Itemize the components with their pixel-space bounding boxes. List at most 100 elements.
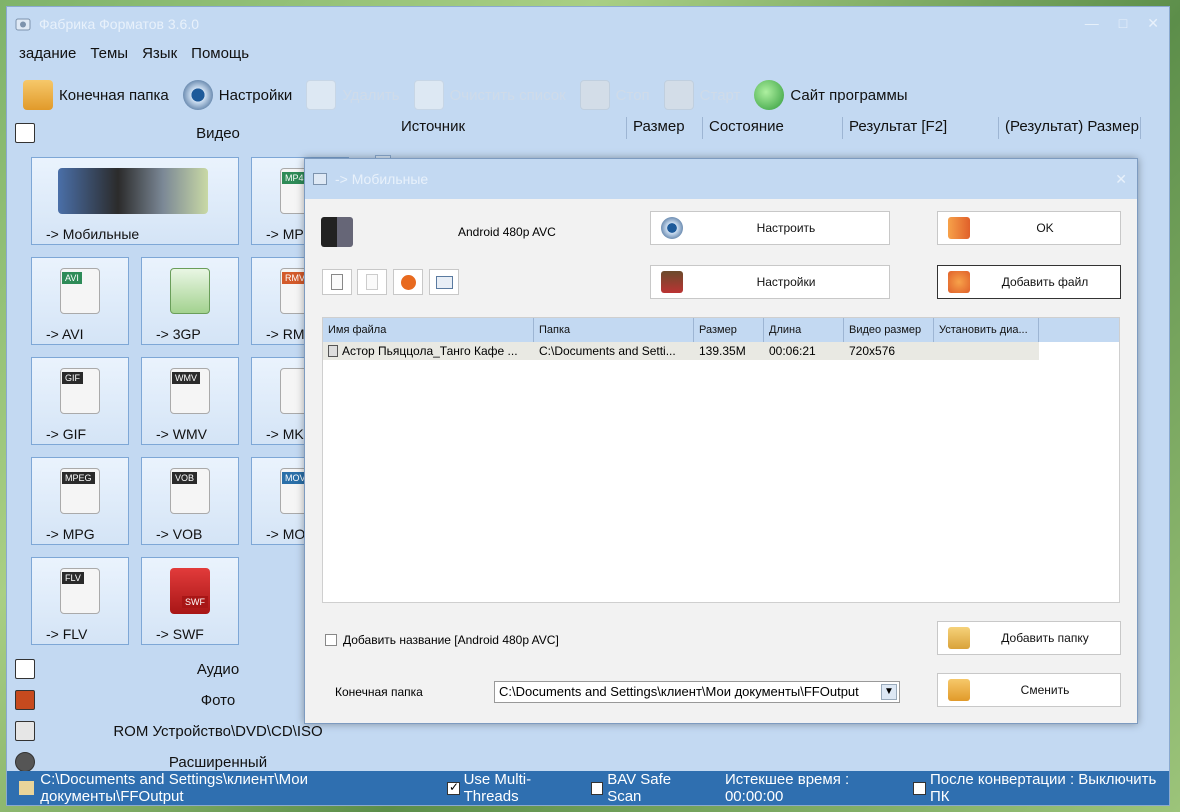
add-folder-button[interactable]: Добавить папку [937, 621, 1121, 655]
arrow-right-icon [948, 217, 970, 239]
bav-checkbox[interactable] [590, 781, 604, 795]
info-button[interactable] [429, 269, 459, 295]
window-title: Фабрика Форматов 3.6.0 [39, 16, 199, 32]
tile-wmv[interactable]: WMV -> WMV [141, 357, 239, 445]
after-conversion-label: После конвертации : Выключить ПК [929, 771, 1157, 805]
status-bar: C:\Documents and Settings\клиент\Мои док… [7, 771, 1169, 805]
minimize-button[interactable]: — [1085, 15, 1099, 32]
column-source[interactable]: Источник [395, 117, 627, 139]
tile-badge: GIF [62, 372, 83, 384]
gears-icon [15, 752, 35, 772]
tile-swf[interactable]: SWF -> SWF [141, 557, 239, 645]
tile-badge: MPEG [62, 472, 95, 484]
column-filename[interactable]: Имя файла [323, 318, 534, 342]
clear-files-button[interactable] [357, 269, 387, 295]
tile-label: -> FLV [46, 626, 88, 642]
app-icon [15, 16, 31, 32]
output-folder-value: C:\Documents and Settings\клиент\Мои док… [499, 684, 859, 699]
tile-badge: MP4 [282, 172, 307, 184]
tile-flv[interactable]: FLV -> FLV [31, 557, 129, 645]
close-button[interactable]: ✕ [1147, 15, 1159, 32]
dialog-title-bar: -> Мобильные ✕ [305, 159, 1137, 199]
ok-button[interactable]: OK [937, 211, 1121, 245]
output-folder-button[interactable]: Конечная папка [23, 80, 169, 110]
play-button[interactable] [393, 269, 423, 295]
add-name-option[interactable]: Добавить название [Android 480p AVC] [325, 633, 559, 647]
clear-list-label: Очистить список [449, 86, 566, 104]
column-video-size[interactable]: Видео размер [844, 318, 934, 342]
configure-button[interactable]: Настроить [650, 211, 890, 245]
file-size: 139.35M [699, 344, 746, 358]
file-length: 00:06:21 [769, 344, 816, 358]
dialog-close-button[interactable]: ✕ [1115, 171, 1127, 188]
tile-mpg[interactable]: MPEG -> MPG [31, 457, 129, 545]
delete-label: Удалить [342, 86, 400, 104]
remove-file-button[interactable] [322, 269, 352, 295]
dialog-title: -> Мобильные [335, 171, 429, 187]
stop-button[interactable]: Стоп [579, 80, 650, 110]
column-set-range[interactable]: Установить диа... [934, 318, 1039, 342]
column-result[interactable]: Результат [F2] [843, 117, 999, 139]
column-status[interactable]: Состояние [703, 117, 843, 139]
menu-task[interactable]: задание [19, 45, 76, 67]
info-icon [436, 276, 453, 289]
tile-badge: SWF [182, 596, 208, 608]
column-size[interactable]: Размер [627, 117, 703, 139]
play-icon [401, 275, 416, 290]
output-folder-label: Конечная папка [335, 685, 423, 699]
add-file-label: Добавить файл [1001, 275, 1089, 289]
file-icon [328, 345, 338, 357]
tile-mobile[interactable]: -> Мобильные [31, 157, 239, 245]
clear-list-button[interactable]: Очистить список [413, 80, 566, 110]
dialog-app-icon [313, 173, 327, 185]
menu-themes[interactable]: Темы [90, 45, 128, 67]
tile-label: -> GIF [46, 426, 87, 442]
tile-label: -> 3GP [156, 326, 201, 342]
tile-gif[interactable]: GIF -> GIF [31, 357, 129, 445]
file-name: Астор Пьяццола_Танго Кафе ... [342, 344, 518, 358]
add-file-button[interactable]: Добавить файл [937, 265, 1121, 299]
dialog-settings-button[interactable]: Настройки [650, 265, 890, 299]
settings-button[interactable]: Настройки [182, 80, 292, 110]
tile-label: -> VOB [156, 526, 203, 542]
plus-icon [948, 271, 970, 293]
folder-icon [948, 679, 970, 701]
add-folder-label: Добавить папку [1001, 631, 1089, 645]
after-conversion-checkbox[interactable] [913, 781, 926, 795]
tile-label: -> Мобильные [46, 226, 140, 242]
change-folder-button[interactable]: Сменить [937, 673, 1121, 707]
column-file-size[interactable]: Размер [694, 318, 764, 342]
delete-file-icon [306, 80, 337, 110]
menu-help[interactable]: Помощь [191, 45, 249, 67]
menu-bar: задание Темы Язык Помощь [7, 45, 249, 67]
tile-vob[interactable]: VOB -> VOB [141, 457, 239, 545]
remove-file-icon [331, 274, 343, 290]
delete-button[interactable]: Удалить [306, 80, 400, 110]
add-name-checkbox[interactable] [325, 634, 337, 646]
tile-avi[interactable]: AVI -> AVI [31, 257, 129, 345]
column-length[interactable]: Длина [764, 318, 844, 342]
category-video[interactable]: Видео [15, 119, 391, 147]
column-result-size[interactable]: (Результат) Размер [999, 117, 1141, 139]
menu-language[interactable]: Язык [142, 45, 177, 67]
start-button[interactable]: Старт [663, 80, 741, 110]
configure-label: Настроить [756, 221, 816, 235]
clear-files-icon [366, 274, 378, 290]
elapsed-time: Истекшее время : 00:00:00 [724, 771, 850, 805]
website-button[interactable]: Сайт программы [754, 80, 908, 110]
mobile-dialog: -> Мобильные ✕ Android 480p AVC Настроит… [304, 158, 1138, 724]
multithreads-checkbox[interactable] [447, 780, 460, 795]
maximize-button[interactable]: □ [1119, 15, 1127, 32]
chevron-down-icon[interactable]: ▼ [881, 684, 897, 700]
output-folder-select[interactable]: C:\Documents and Settings\клиент\Мои док… [494, 681, 900, 703]
start-label: Старт [699, 86, 741, 104]
bav-label: BAV Safe Scan [607, 771, 672, 805]
file-row[interactable]: Астор Пьяццола_Танго Кафе ... C:\Documen… [323, 342, 1039, 360]
website-label: Сайт программы [790, 86, 908, 104]
file-list: Имя файла Папка Размер Длина Видео разме… [322, 317, 1120, 603]
stop-label: Стоп [615, 86, 650, 104]
column-folder[interactable]: Папка [534, 318, 694, 342]
status-folder-icon [19, 781, 35, 795]
tile-label: -> WMV [156, 426, 207, 442]
tile-3gp[interactable]: -> 3GP [141, 257, 239, 345]
